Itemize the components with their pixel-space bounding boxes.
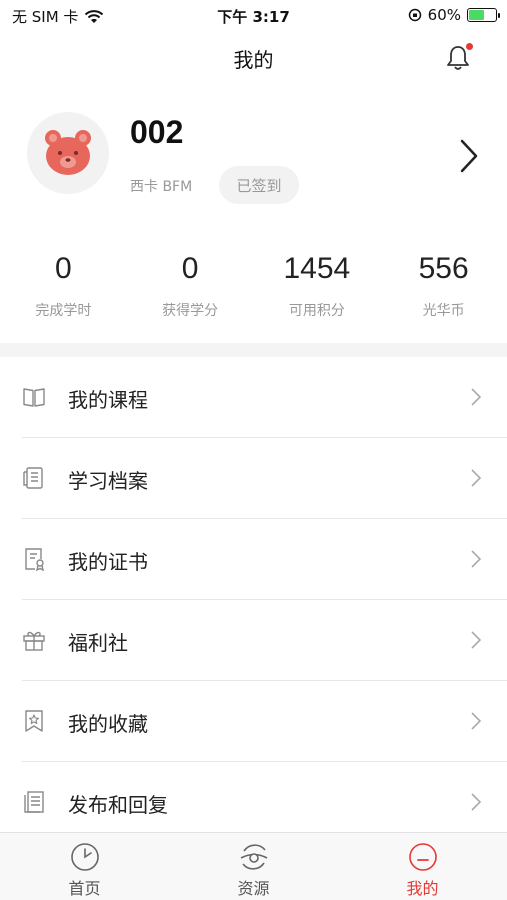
tab-bar: 首页 资源 我的 (0, 832, 507, 900)
stat-value: 0 (181, 252, 199, 285)
tab-home[interactable]: 首页 (0, 833, 169, 900)
chevron-right-icon (471, 631, 481, 649)
stat-value: 556 (418, 252, 469, 285)
page-title: 我的 (233, 48, 274, 72)
battery-percent: 60% (427, 6, 461, 24)
menu-item-label: 福利社 (68, 631, 128, 655)
stat-label: 获得学分 (162, 303, 219, 319)
orientation-lock-icon (408, 8, 421, 22)
battery-icon (467, 8, 500, 22)
stat-value: 0 (55, 252, 72, 285)
checkin-button[interactable]: 已签到 (219, 166, 299, 204)
stat-value: 1454 (283, 252, 351, 285)
menu-item-label: 发布和回复 (68, 793, 168, 817)
stat-study-hours[interactable]: 0 完成学时 (0, 252, 127, 332)
avatar[interactable] (27, 112, 109, 194)
gift-icon (23, 631, 45, 651)
book-icon (23, 388, 45, 407)
stat-label: 完成学时 (35, 303, 92, 319)
menu-list: 我的课程 学习档案 我的证书 福利社 我的收藏 发布和回复 (0, 357, 507, 843)
menu-item-posts-replies[interactable]: 发布和回复 (0, 762, 507, 843)
tab-label: 我的 (406, 879, 439, 898)
stat-label: 可用积分 (288, 303, 345, 319)
bookmark-star-icon (25, 710, 43, 732)
chevron-right-icon (471, 469, 481, 487)
status-bar: 无 SIM 卡 下午 3:17 60% (0, 0, 507, 30)
menu-item-certificates[interactable]: 我的证书 (0, 519, 507, 600)
profile-card[interactable]: 002 西卡 BFM 已签到 (0, 112, 507, 212)
chevron-right-icon[interactable] (459, 138, 479, 174)
stat-points[interactable]: 1454 可用积分 (254, 252, 381, 332)
chevron-right-icon (471, 388, 481, 406)
chevron-right-icon (471, 550, 481, 568)
chevron-right-icon (471, 712, 481, 730)
user-subtitle: 西卡 BFM (130, 179, 193, 195)
notification-button[interactable] (445, 43, 473, 72)
menu-item-label: 我的收藏 (68, 712, 148, 736)
notes-icon (24, 791, 44, 813)
stats-row: 0 完成学时 0 获得学分 1454 可用积分 556 光华币 (0, 252, 507, 332)
nav-bar: 我的 (0, 30, 507, 86)
menu-item-label: 学习档案 (68, 469, 148, 493)
profile-smile-icon (408, 843, 437, 871)
battery-level (469, 10, 484, 20)
menu-item-favorites[interactable]: 我的收藏 (0, 681, 507, 762)
section-divider (0, 343, 507, 357)
menu-item-label: 我的证书 (68, 550, 148, 574)
username: 002 (130, 114, 184, 150)
bear-avatar-icon (45, 130, 91, 175)
tab-resources[interactable]: 资源 (169, 833, 338, 900)
notification-dot (466, 43, 473, 50)
stat-label: 光华币 (422, 303, 465, 319)
certificate-icon (25, 548, 44, 571)
menu-item-welfare[interactable]: 福利社 (0, 600, 507, 681)
menu-item-study-records[interactable]: 学习档案 (0, 438, 507, 519)
menu-item-label: 我的课程 (68, 388, 148, 412)
tab-label: 资源 (237, 879, 270, 898)
tab-mine[interactable]: 我的 (338, 833, 507, 900)
clock-icon (70, 843, 99, 871)
stat-coins[interactable]: 556 光华币 (380, 252, 507, 332)
chevron-right-icon (471, 793, 481, 811)
discover-icon (240, 844, 267, 870)
tab-label: 首页 (68, 879, 101, 898)
stat-credits[interactable]: 0 获得学分 (127, 252, 254, 332)
menu-item-my-courses[interactable]: 我的课程 (0, 357, 507, 438)
document-icon (23, 467, 43, 489)
